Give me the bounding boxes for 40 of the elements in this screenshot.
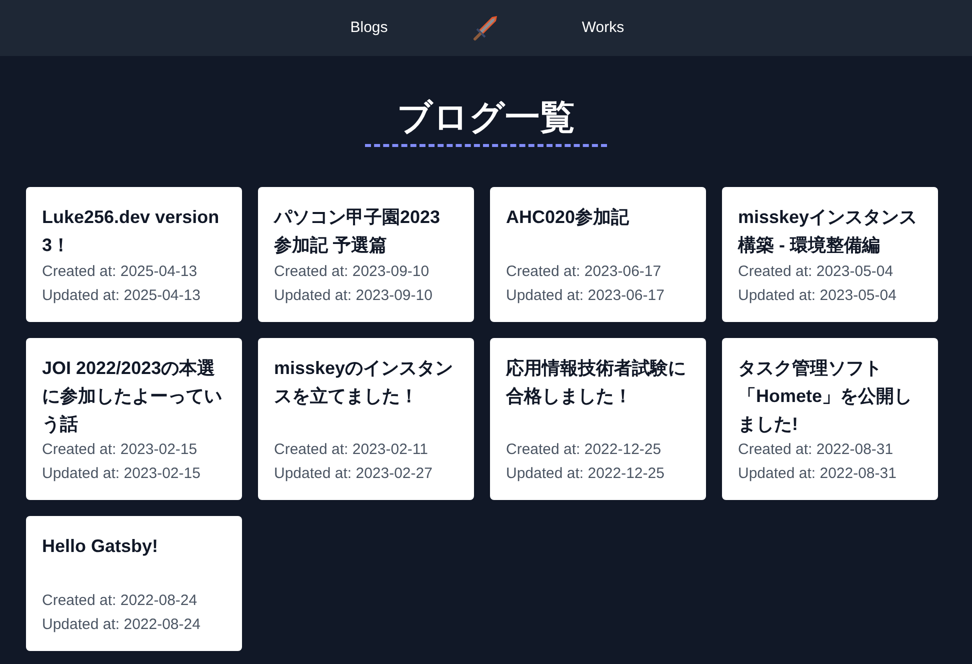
post-title: Hello Gatsby! [42, 535, 160, 558]
post-card[interactable]: misskeyインスタンス構築 - 環境整備編 Created at: 2023-05-04 Updated at: 2023-05-04 [722, 187, 938, 322]
created-date: Created at: 2023-02-15 [42, 440, 198, 460]
post-card[interactable]: JOI 2022/2023の本選に参加したよーっていう話 Created at: 2023-02-15 Updated at: 2023-02-15 [26, 338, 242, 500]
created-date: Created at: 2023-06-17 [506, 262, 662, 282]
created-date: Created at: 2023-05-04 [738, 262, 894, 282]
post-title: パソコン甲子園2023 参加記 予選篇 [274, 206, 442, 257]
page-heading: ブログ一覧 [365, 96, 607, 147]
created-date: Created at: 2022-08-31 [738, 440, 894, 460]
post-title: JOI 2022/2023の本選に参加したよーっていう話 [42, 357, 223, 436]
created-date: Created at: 2022-08-24 [42, 591, 198, 611]
post-title: misskeyのインスタンスを立てました！ [274, 357, 454, 408]
updated-date: Updated at: 2022-08-31 [738, 464, 898, 484]
post-title: AHC020参加記 [506, 206, 630, 229]
created-date: Created at: 2025-04-13 [42, 262, 198, 282]
post-card[interactable]: 応用情報技術者試験に合格しました！ Created at: 2022-12-25 Updated at: 2022-12-25 [490, 338, 706, 500]
post-card[interactable]: タスク管理ソフト「Homete」を公開しました! Created at: 2022-08-31 Updated at: 2022-08-31 [722, 338, 938, 500]
post-title: タスク管理ソフト「Homete」を公開しました! [738, 357, 914, 436]
post-title: Luke256.dev version 3！ [42, 206, 220, 257]
updated-date: Updated at: 2023-02-15 [42, 464, 202, 484]
updated-date: Updated at: 2022-12-25 [506, 464, 666, 484]
post-title: misskeyインスタンス構築 - 環境整備編 [738, 206, 918, 257]
nav-link[interactable]: Blogs [350, 16, 388, 40]
updated-date: Updated at: 2023-05-04 [738, 286, 898, 306]
created-date: Created at: 2023-09-10 [274, 262, 430, 282]
updated-date: Updated at: 2025-04-13 [42, 286, 202, 306]
nav-link[interactable]: Works [582, 16, 624, 40]
updated-date: Updated at: 2022-08-24 [42, 615, 202, 635]
sword-icon[interactable] [473, 14, 499, 42]
post-card[interactable]: misskeyのインスタンスを立てました！ Created at: 2023-02-11 Updated at: 2023-02-27 [258, 338, 474, 500]
post-card[interactable]: Luke256.dev version 3！ Created at: 2025-04-13 Updated at: 2025-04-13 [26, 187, 242, 322]
updated-date: Updated at: 2023-06-17 [506, 286, 666, 306]
created-date: Created at: 2023-02-11 [274, 440, 429, 460]
updated-date: Updated at: 2023-02-27 [274, 464, 434, 484]
post-card[interactable]: Hello Gatsby! Created at: 2022-08-24 Updated at: 2022-08-24 [26, 516, 242, 651]
post-card[interactable]: AHC020参加記 Created at: 2023-06-17 Updated at: 2023-06-17 [490, 187, 706, 322]
post-title: 応用情報技術者試験に合格しました！ [506, 357, 687, 408]
created-date: Created at: 2022-12-25 [506, 440, 662, 460]
updated-date: Updated at: 2023-09-10 [274, 286, 434, 306]
post-card[interactable]: パソコン甲子園2023 参加記 予選篇 Created at: 2023-09-10 Updated at: 2023-09-10 [258, 187, 474, 322]
